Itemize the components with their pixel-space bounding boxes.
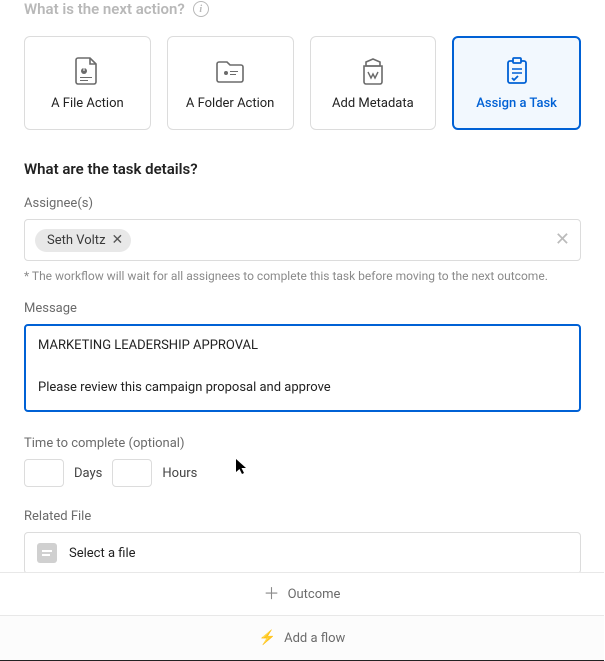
message-label: Message bbox=[24, 301, 581, 316]
remove-assignee-icon[interactable]: ✕ bbox=[112, 233, 124, 247]
select-file-label: Select a file bbox=[69, 546, 136, 561]
assignee-input[interactable]: Seth Voltz ✕ ✕ bbox=[24, 219, 581, 261]
folder-action-icon bbox=[213, 56, 247, 86]
action-cards: A File Action A Folder Action Add Metada… bbox=[24, 36, 581, 130]
outcome-label: Outcome bbox=[288, 587, 341, 602]
bottom-bar: ＋ Outcome ⚡ Add a flow bbox=[0, 572, 604, 661]
days-input[interactable] bbox=[24, 459, 64, 487]
card-file-action[interactable]: A File Action bbox=[24, 36, 151, 130]
add-flow-button[interactable]: ⚡ Add a flow bbox=[0, 616, 604, 660]
next-action-title: What is the next action? bbox=[24, 0, 185, 18]
card-folder-action[interactable]: A Folder Action bbox=[167, 36, 294, 130]
assignee-helper-text: * The workflow will wait for all assigne… bbox=[24, 269, 581, 283]
file-icon bbox=[37, 543, 57, 563]
assignee-chip-name: Seth Voltz bbox=[47, 233, 106, 248]
metadata-icon bbox=[356, 56, 390, 86]
file-action-icon bbox=[70, 56, 104, 86]
days-unit: Days bbox=[74, 466, 102, 481]
next-action-header: What is the next action? i bbox=[24, 0, 581, 18]
card-label: Add Metadata bbox=[332, 96, 414, 111]
task-details-title: What are the task details? bbox=[24, 160, 581, 178]
hours-unit: Hours bbox=[162, 466, 197, 481]
card-label: A File Action bbox=[51, 96, 124, 111]
message-textarea[interactable] bbox=[24, 324, 581, 412]
clear-assignees-icon[interactable]: ✕ bbox=[555, 231, 570, 249]
plus-icon: ＋ bbox=[264, 586, 280, 602]
related-file-label: Related File bbox=[24, 509, 581, 524]
time-label: Time to complete (optional) bbox=[24, 436, 581, 451]
card-label: A Folder Action bbox=[186, 96, 274, 111]
bolt-icon: ⚡ bbox=[259, 630, 276, 646]
assignee-label: Assignee(s) bbox=[24, 196, 581, 211]
info-icon[interactable]: i bbox=[193, 1, 209, 17]
card-label: Assign a Task bbox=[476, 96, 557, 111]
time-to-complete-row: Days Hours bbox=[24, 459, 581, 487]
select-file-button[interactable]: Select a file bbox=[24, 532, 581, 574]
add-outcome-button[interactable]: ＋ Outcome bbox=[0, 572, 604, 616]
card-add-metadata[interactable]: Add Metadata bbox=[310, 36, 437, 130]
hours-input[interactable] bbox=[112, 459, 152, 487]
add-flow-label: Add a flow bbox=[284, 631, 345, 646]
card-assign-task[interactable]: Assign a Task bbox=[452, 36, 581, 130]
assign-task-icon bbox=[500, 56, 534, 86]
assignee-chip: Seth Voltz ✕ bbox=[35, 229, 131, 252]
